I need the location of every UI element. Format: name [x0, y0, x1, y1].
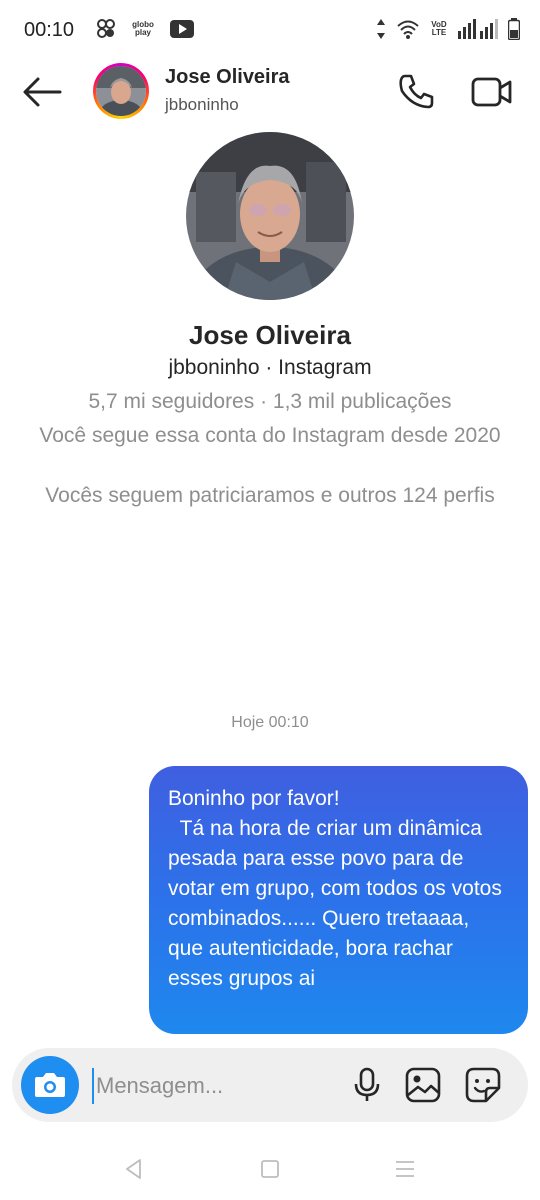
message-text: Boninho por favor! Tá na hora de criar u…	[168, 787, 502, 990]
chat-header: Jose Oliveira jbboninho	[0, 60, 540, 130]
system-icons: VoD LTE	[376, 18, 520, 40]
notification-icons: globo play	[96, 18, 194, 40]
nav-menu-icon[interactable]	[393, 1157, 417, 1181]
status-bar: 00:10 globo play VoD LTE	[0, 0, 540, 60]
microphone-icon[interactable]	[348, 1066, 386, 1104]
profile-picture[interactable]	[186, 132, 354, 300]
back-arrow-icon[interactable]	[20, 74, 64, 110]
message-timestamp: Hoje 00:10	[231, 714, 309, 731]
battery-icon	[508, 18, 520, 40]
contact-username[interactable]: jbboninho	[165, 95, 239, 115]
sent-message-bubble[interactable]: Boninho por favor! Tá na hora de criar u…	[149, 766, 528, 1034]
camera-icon	[35, 1073, 65, 1097]
image-icon[interactable]	[404, 1066, 442, 1104]
profile-subtitle: jbboninho · Instagram	[168, 356, 372, 379]
phone-icon[interactable]	[396, 72, 436, 112]
status-time: 00:10	[24, 19, 75, 41]
signal-icon	[458, 19, 498, 39]
system-nav-bar	[0, 1140, 540, 1200]
volte-line2: LTE	[431, 28, 447, 37]
following-since-text: Você segue essa conta do Instagram desde…	[39, 424, 501, 447]
message-input[interactable]	[92, 1068, 338, 1104]
globoplay-icon: globo play	[130, 21, 156, 37]
camera-button[interactable]	[21, 1056, 79, 1114]
youtube-icon	[170, 20, 194, 38]
video-camera-icon[interactable]	[470, 72, 514, 112]
profile-name: Jose Oliveira	[189, 320, 351, 350]
header-avatar[interactable]	[93, 63, 149, 119]
mutual-followers-text: Vocês seguem patriciaramos e outros 124 …	[45, 484, 495, 507]
profile-stats: 5,7 mi seguidores · 1,3 mil publicações	[88, 390, 452, 413]
nav-back-icon[interactable]	[122, 1157, 146, 1181]
app-notification-icon	[97, 19, 115, 38]
contact-name[interactable]: Jose Oliveira	[165, 66, 290, 89]
data-arrows-icon	[377, 19, 385, 39]
nav-home-icon[interactable]	[258, 1157, 282, 1181]
message-composer	[12, 1048, 528, 1122]
avatar-image	[96, 66, 146, 116]
volte-icon: VoD LTE	[430, 21, 448, 37]
globoplay-line2: play	[134, 28, 151, 37]
wifi-icon	[397, 20, 419, 39]
sticker-icon[interactable]	[464, 1066, 502, 1104]
